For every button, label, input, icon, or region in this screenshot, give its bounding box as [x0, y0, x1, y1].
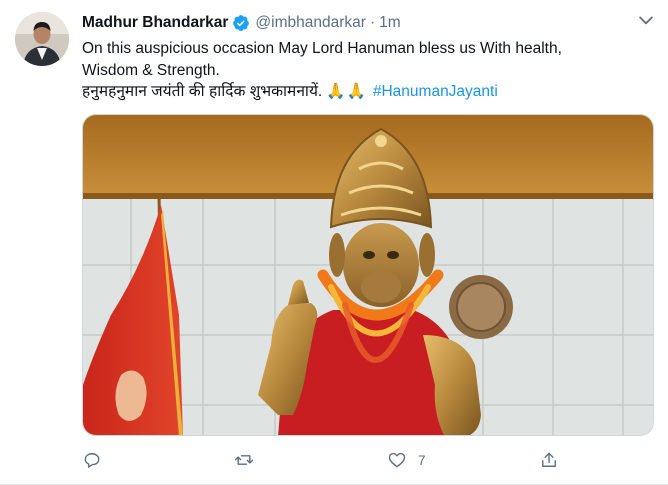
chevron-down-icon[interactable] [636, 10, 656, 30]
retweet-icon [234, 455, 254, 465]
tweet-actions: 7 [82, 446, 572, 474]
tweet-text: On this auspicious occasion May Lord Han… [82, 38, 642, 103]
tweet-text-line-1: On this auspicious occasion May Lord Han… [82, 40, 562, 57]
reply-icon [84, 453, 100, 468]
author-handle[interactable]: @imbhandarkar [255, 14, 366, 32]
tweet[interactable]: Madhur Bhandarkar @imbhandarkar · 1m On … [0, 0, 668, 485]
tweet-media-image[interactable] [82, 114, 654, 436]
folded-hands-emoji: 🙏🙏 [326, 83, 367, 100]
like-button[interactable]: 7 [387, 448, 426, 472]
retweet-button[interactable] [234, 448, 265, 472]
tweet-text-line-3: हनुमहनुमान जयंती की हार्दिक शुभकामनायें.… [82, 81, 642, 103]
tweet-header: Madhur Bhandarkar @imbhandarkar · 1m [82, 13, 401, 33]
separator-dot: · [369, 14, 376, 31]
hashtag-link[interactable]: #HanumanJayanti [373, 83, 498, 100]
share-icon [542, 452, 556, 467]
like-count: 7 [418, 452, 426, 468]
reply-button[interactable] [82, 448, 113, 472]
timestamp[interactable]: 1m [379, 14, 401, 32]
avatar[interactable] [15, 12, 69, 66]
author-name[interactable]: Madhur Bhandarkar [82, 14, 228, 32]
hindi-text: हनुमहनुमान जयंती की हार्दिक शुभकामनायें. [82, 83, 323, 100]
share-button[interactable] [539, 448, 559, 472]
verified-badge-icon [233, 15, 250, 31]
tweet-text-line-2: Wisdom & Strength. [82, 61, 220, 79]
like-icon [388, 452, 406, 468]
